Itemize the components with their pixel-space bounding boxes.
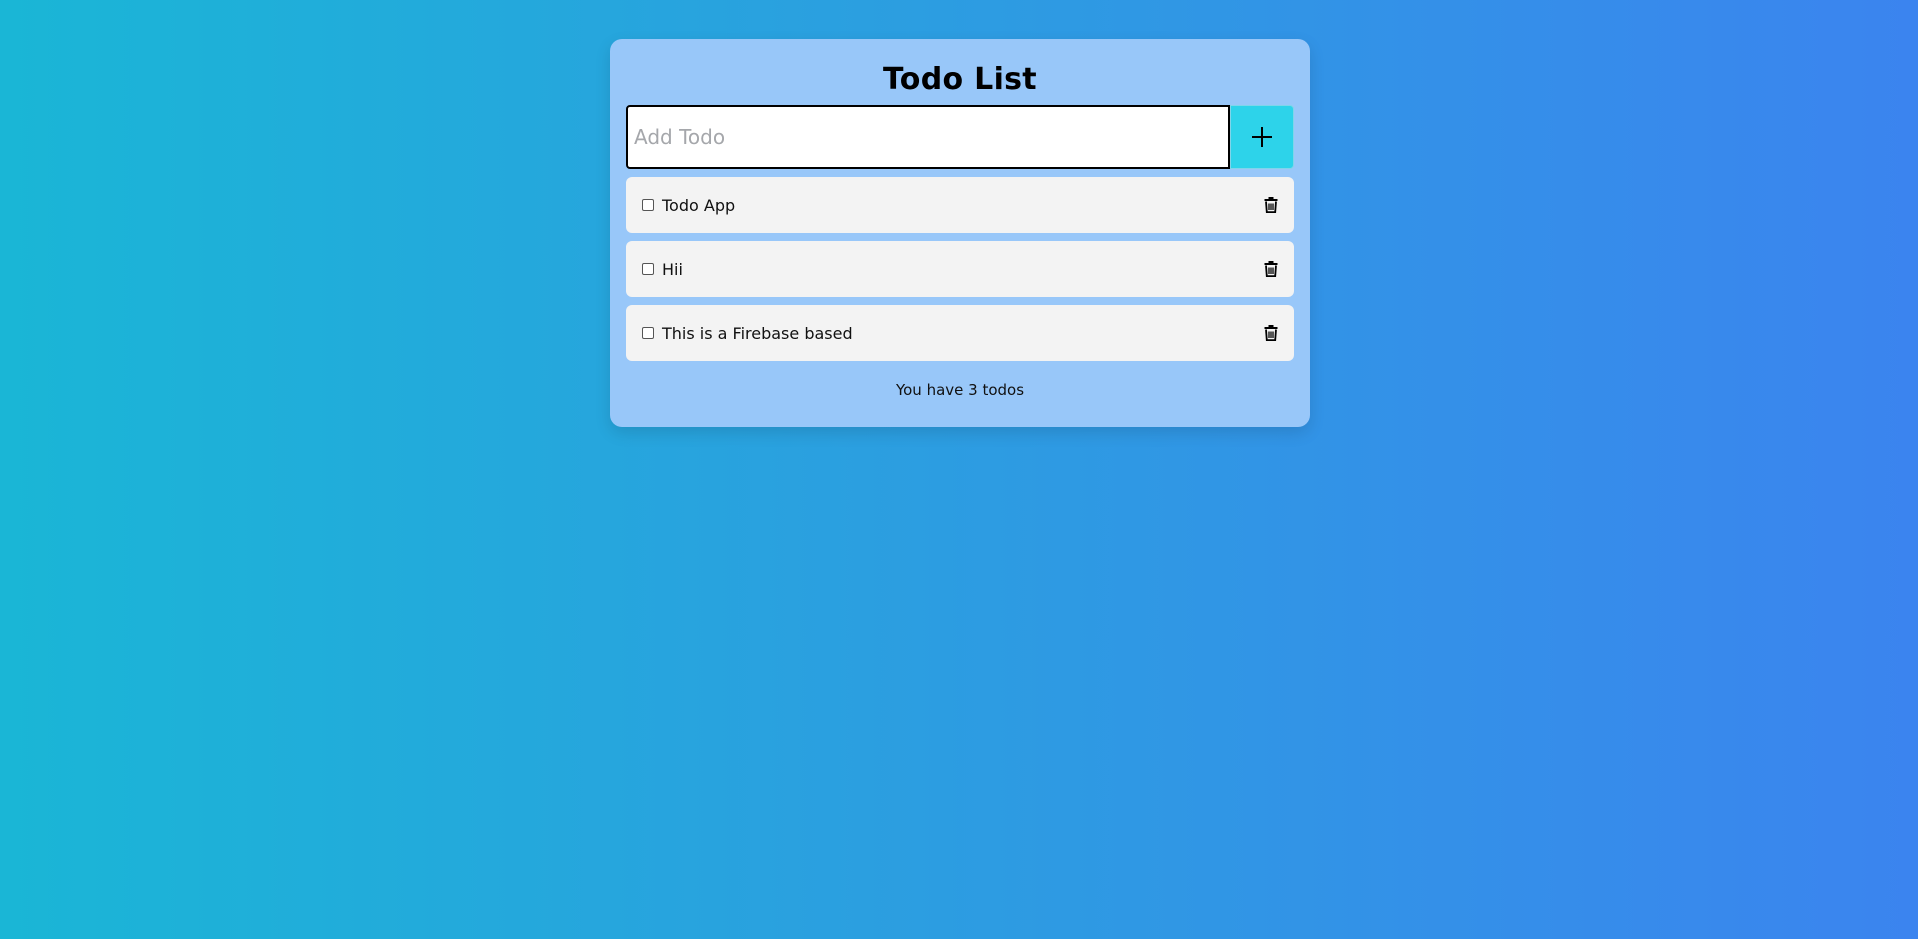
trash-icon <box>1264 197 1278 213</box>
todo-text: This is a Firebase based <box>662 323 853 343</box>
add-todo-button[interactable] <box>1230 105 1294 169</box>
delete-todo-button[interactable] <box>1260 194 1282 216</box>
add-todo-input[interactable] <box>626 105 1230 169</box>
todo-item: This is a Firebase based <box>626 305 1294 361</box>
add-todo-form <box>626 105 1294 169</box>
todo-text: Hii <box>662 259 683 279</box>
todo-checkbox[interactable] <box>642 263 654 275</box>
todo-checkbox[interactable] <box>642 199 654 211</box>
todo-text: Todo App <box>662 195 736 215</box>
todo-item: Hii <box>626 241 1294 297</box>
todo-checkbox[interactable] <box>642 327 654 339</box>
trash-icon <box>1264 261 1278 277</box>
todo-count: You have 3 todos <box>895 381 1025 399</box>
delete-todo-button[interactable] <box>1260 322 1282 344</box>
trash-icon <box>1264 325 1278 341</box>
todo-item: Todo App <box>626 177 1294 233</box>
todo-card: Todo List Todo App <box>610 39 1310 427</box>
delete-todo-button[interactable] <box>1260 258 1282 280</box>
plus-icon <box>1249 124 1275 150</box>
page-title: Todo List <box>883 62 1037 97</box>
todo-list: Todo App Hii This is a Firebase based <box>626 177 1294 361</box>
